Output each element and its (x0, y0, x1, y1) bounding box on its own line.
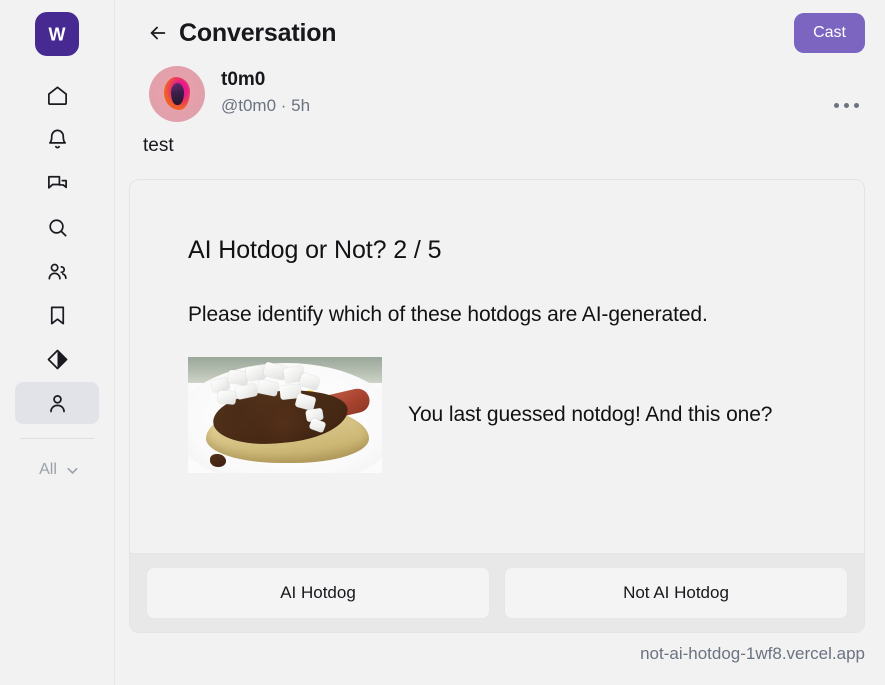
sidebar-item-profile[interactable] (15, 382, 99, 424)
home-icon (47, 85, 67, 105)
bell-icon (48, 129, 66, 148)
search-icon (48, 218, 67, 237)
avatar-art-inner (171, 83, 184, 105)
photo-crumb (210, 453, 226, 467)
sidebar-item-notifications[interactable] (15, 118, 99, 160)
main-content: Conversation Cast t0m0 @t0m0 · 5h test A… (115, 0, 885, 685)
more-options-button[interactable] (829, 93, 863, 117)
sidebar-item-bookmarks[interactable] (15, 294, 99, 336)
feed-filter-label: All (39, 461, 57, 478)
sidebar-item-channels[interactable] (15, 250, 99, 292)
frame-body: AI Hotdog or Not? 2 / 5 Please identify … (130, 180, 864, 553)
cast-post: t0m0 @t0m0 · 5h test (115, 66, 885, 159)
avatar[interactable] (149, 66, 205, 122)
author-display-name[interactable]: t0m0 (221, 68, 310, 92)
frame-image-row: You last guessed notdog! And this one? (188, 356, 806, 473)
sidebar-item-messages[interactable] (15, 162, 99, 204)
more-horizontal-icon-dot (833, 102, 839, 108)
more-horizontal-icon-dot (843, 102, 849, 108)
chat-icon (47, 175, 67, 189)
cast-button[interactable]: Cast (794, 13, 865, 53)
frame-embed-card: AI Hotdog or Not? 2 / 5 Please identify … (129, 178, 865, 633)
frame-title: AI Hotdog or Not? 2 / 5 (188, 235, 442, 264)
cast-text: test (143, 135, 174, 156)
chili-dog-photo (188, 356, 382, 473)
page-title: Conversation (179, 18, 337, 47)
feed-filter-dropdown[interactable]: All (33, 461, 81, 479)
app-root: W All Conversation Cast t0m0 @t0m0 · 5h … (0, 0, 885, 685)
sidebar-item-explore[interactable] (15, 338, 99, 380)
more-horizontal-icon-dot (853, 102, 859, 108)
author-handle-timestamp: @t0m0 · 5h (221, 95, 311, 115)
sidebar-divider (20, 438, 94, 439)
cast-author-row: t0m0 @t0m0 · 5h (129, 66, 865, 122)
diamond-icon (47, 349, 67, 369)
sidebar-nav (0, 74, 114, 426)
sidebar-item-home[interactable] (15, 74, 99, 116)
users-icon (47, 263, 67, 280)
back-button[interactable] (145, 20, 171, 46)
ai-hotdog-button[interactable]: AI Hotdog (146, 566, 490, 619)
sidebar: W All (0, 0, 115, 685)
logo-w-icon: W (49, 25, 66, 45)
page-header: Conversation Cast (115, 0, 885, 66)
frame-actions: AI Hotdog Not AI Hotdog (130, 552, 864, 632)
chevron-down-icon (67, 467, 78, 474)
not-ai-hotdog-button[interactable]: Not AI Hotdog (504, 566, 848, 619)
bookmark-icon (50, 305, 64, 325)
sidebar-item-search[interactable] (15, 206, 99, 248)
frame-source-url[interactable]: not-ai-hotdog-1wf8.vercel.app (115, 633, 885, 664)
person-icon (49, 394, 65, 412)
app-logo[interactable]: W (35, 12, 79, 56)
photo-onion (217, 389, 237, 405)
frame-subtitle: Please identify which of these hotdogs a… (188, 302, 708, 326)
svg-text:W: W (49, 25, 66, 45)
arrow-left-icon (150, 26, 166, 40)
frame-caption: You last guessed notdog! And this one? (408, 402, 773, 426)
cast-author-names: t0m0 @t0m0 · 5h (221, 66, 310, 118)
